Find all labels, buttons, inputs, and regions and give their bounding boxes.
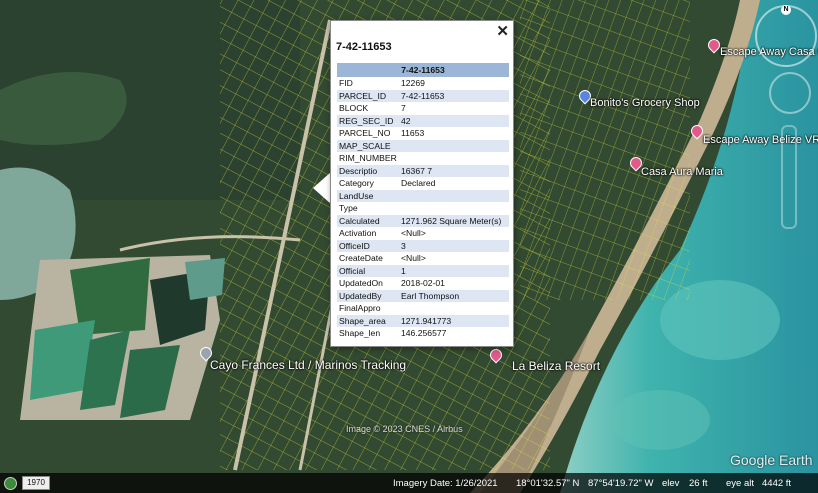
attribute-value: 2018-02-01 <box>401 278 445 288</box>
attribute-key: RIM_NUMBER <box>339 153 397 163</box>
attribute-key: Calculated <box>337 214 399 227</box>
attribute-value <box>399 189 509 202</box>
elevation-label: elev <box>662 478 680 489</box>
attribute-key: Activation <box>339 228 377 238</box>
attribute-key: PARCEL_ID <box>337 89 399 102</box>
attribute-key: Shape_len <box>339 328 381 338</box>
attribute-row: CreateDate <Null> <box>337 252 509 265</box>
attribute-row: MAP_SCALE <box>337 139 509 152</box>
popup-pointer <box>313 172 331 204</box>
attribute-key: OfficeID <box>337 239 399 252</box>
zoom-slider[interactable] <box>781 125 797 229</box>
attribute-key: Official <box>337 264 399 277</box>
place-label-la-beliza-resort[interactable]: La Beliza Resort <box>512 359 600 373</box>
attribute-key: FinalAppro <box>339 303 381 313</box>
attribute-row: REG_SEC_ID 42 <box>337 114 509 127</box>
latitude-readout: 18°01'32.57" N <box>516 478 580 489</box>
attribute-row: FID 12269 <box>337 77 509 90</box>
attribute-row: Type <box>337 202 509 215</box>
compass-control[interactable]: N <box>755 5 817 67</box>
attribute-row: PARCEL_ID 7-42-11653 <box>337 89 509 102</box>
attribute-key: Category <box>339 178 374 188</box>
attribute-value: <Null> <box>401 228 426 238</box>
attribute-key: LandUse <box>337 189 399 202</box>
attribute-row: UpdatedBy Earl Thompson <box>337 289 509 302</box>
attribute-value: 7-42-11653 <box>399 89 509 102</box>
attribute-value: 12269 <box>401 78 425 88</box>
attribute-key: Shape_area <box>337 314 399 327</box>
attribute-row: LandUse <box>337 189 509 202</box>
eye-altitude-value: 4442 ft <box>762 478 792 489</box>
attribute-row: RIM_NUMBER <box>337 152 509 165</box>
attribute-value <box>399 202 509 215</box>
attribute-value: Declared <box>401 178 436 188</box>
place-label-casa-aura-maria[interactable]: Casa Aura Maria <box>641 166 723 178</box>
look-joystick-control[interactable] <box>769 72 811 114</box>
attribute-row: Official 1 <box>337 264 509 277</box>
attribute-value: 16367 7 <box>399 164 509 177</box>
attribute-key: UpdatedBy <box>337 289 399 302</box>
longitude-readout: 87°54'19.72" W <box>588 478 654 489</box>
attribute-value: 7 <box>401 103 406 113</box>
attribute-value <box>399 152 509 165</box>
attribute-value <box>399 302 509 315</box>
attribute-table: 7-42-11653 FID 12269 PARCEL_ID 7-42-11653 BL… <box>337 63 509 340</box>
attribute-row: Activation <Null> <box>337 227 509 240</box>
historical-imagery-clock-icon[interactable] <box>4 477 17 490</box>
attribute-value: 1 <box>399 264 509 277</box>
attribute-key: PARCEL_NO <box>339 128 391 138</box>
attribute-key: BLOCK <box>339 103 369 113</box>
imagery-date: Imagery Date: 1/26/2021 <box>393 478 498 489</box>
close-icon[interactable]: ✕ <box>496 22 509 40</box>
imagery-credit: Image © 2023 CNES / Airbus <box>346 424 463 434</box>
attribute-value: 42 <box>399 114 509 127</box>
status-bar: 1970 Imagery Date: 1/26/2021 18°01'32.57… <box>0 473 818 493</box>
attribute-value: 1271.941773 <box>399 314 509 327</box>
attribute-row: Category Declared <box>337 177 509 190</box>
attribute-value: 1271.962 Square Meter(s) <box>399 214 509 227</box>
attribute-row: UpdatedOn 2018-02-01 <box>337 277 509 290</box>
attribute-key: CreateDate <box>339 253 383 263</box>
north-icon[interactable]: N <box>781 5 791 15</box>
attribute-value: Earl Thompson <box>399 289 509 302</box>
place-label-cayo-frances[interactable]: Cayo Frances Ltd / Marinos Tracking <box>210 358 406 372</box>
attribute-value: <Null> <box>401 253 426 263</box>
attribute-key: Type <box>339 203 358 213</box>
attribute-row: BLOCK 7 <box>337 102 509 115</box>
attribute-value: 11653 <box>401 128 425 138</box>
google-earth-logo: Google Earth <box>730 452 813 468</box>
attribute-key: REG_SEC_ID <box>337 114 399 127</box>
attribute-row: FinalAppro <box>337 302 509 315</box>
attribute-row: Calculated 1271.962 Square Meter(s) <box>337 214 509 227</box>
attribute-row: Shape_area 1271.941773 <box>337 314 509 327</box>
attribute-row: Descriptio 16367 7 <box>337 164 509 177</box>
year-box[interactable]: 1970 <box>22 476 50 490</box>
attribute-value: 3 <box>399 239 509 252</box>
attribute-table-header: 7-42-11653 <box>337 63 509 77</box>
attribute-key: Descriptio <box>337 164 399 177</box>
attribute-key: UpdatedOn <box>339 278 383 288</box>
attribute-value: 146.256577 <box>401 328 447 338</box>
popup-title: 7-42-11653 <box>336 41 392 53</box>
attribute-value <box>399 139 509 152</box>
eye-altitude-label: eye alt <box>726 478 754 489</box>
attribute-key: MAP_SCALE <box>337 139 399 152</box>
place-label-bonitos-grocery-shop[interactable]: Bonito's Grocery Shop <box>590 97 700 109</box>
attribute-row: PARCEL_NO 11653 <box>337 127 509 140</box>
attribute-row: Shape_len 146.256577 <box>337 327 509 340</box>
place-label-escape-away-belize[interactable]: Escape Away Belize VRBO 6 <box>703 134 818 146</box>
attribute-key: FID <box>339 78 353 88</box>
elevation-value: 26 ft <box>689 478 708 489</box>
parcel-info-popup: ✕ 7-42-11653 7-42-11653 FID 12269 PARCEL_I… <box>330 20 514 347</box>
attribute-row: OfficeID 3 <box>337 239 509 252</box>
